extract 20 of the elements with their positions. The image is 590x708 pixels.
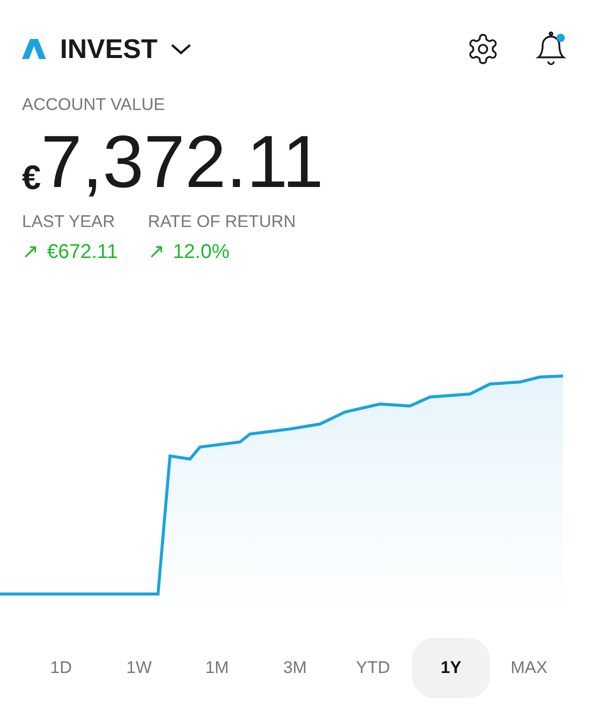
app-title: INVEST [60,32,158,66]
range-tab[interactable]: 1D [22,638,100,698]
stat-label: RATE OF RETURN [148,213,296,230]
currency-symbol: € [22,161,41,195]
chevron-down-icon[interactable] [170,42,192,56]
stat-value: 12.0% [172,242,230,262]
range-tab[interactable]: 3M [256,638,334,698]
stat-value: €672.11 [47,242,118,262]
range-tab[interactable]: 1W [100,638,178,698]
range-tab[interactable]: 1Y [412,638,490,698]
arrow-icon: ↗ [148,242,165,262]
range-tab[interactable]: YTD [334,638,412,698]
account-value: 7,372.11 [40,125,324,199]
bell-icon[interactable] [534,31,568,67]
stat-label: LAST YEAR [22,213,116,230]
logo-icon [22,39,46,59]
arrow-icon: ↗ [22,242,39,262]
account-value-label: ACCOUNT VALUE [22,96,166,113]
range-tab[interactable]: MAX [490,638,568,698]
range-tab[interactable]: 1M [178,638,256,698]
